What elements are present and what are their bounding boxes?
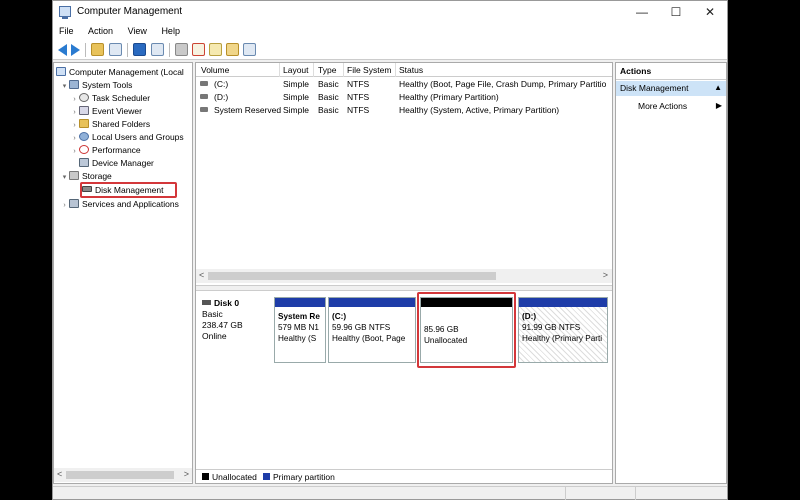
legend-unallocated: Unallocated <box>212 472 257 482</box>
toolbar-separator <box>169 43 170 57</box>
disk-management-highlight <box>80 182 177 198</box>
pane-splitter[interactable] <box>196 285 612 291</box>
scroll-right-arrow[interactable]: > <box>603 270 608 280</box>
services-icon <box>69 199 79 208</box>
computer-management-icon <box>56 67 66 76</box>
tree-item-storage[interactable]: ▾ Storage <box>60 170 112 182</box>
menu-file[interactable]: File <box>53 23 80 36</box>
properties-icon[interactable] <box>151 43 164 56</box>
collapse-up-icon[interactable]: ▲ <box>714 83 722 92</box>
toolbar <box>53 40 727 60</box>
primary-partition-bar <box>329 298 415 307</box>
search-folder-icon[interactable] <box>226 43 239 56</box>
tree-horizontal-scrollbar[interactable]: < > <box>54 468 192 482</box>
users-icon <box>79 132 89 141</box>
drive-icon <box>200 94 208 99</box>
actions-pane: Actions Disk Management ▲ More Actions ▶ <box>615 62 727 484</box>
submenu-arrow-icon[interactable]: ▶ <box>716 101 722 110</box>
event-viewer-icon <box>79 106 89 115</box>
disk-legend: Unallocated Primary partition <box>196 469 612 483</box>
more-actions[interactable]: More Actions <box>638 101 687 111</box>
computer-management-window: Computer Management — ☐ ✕ File Action Vi… <box>52 0 728 500</box>
connect-icon[interactable] <box>175 43 188 56</box>
up-folder-icon[interactable] <box>91 43 104 56</box>
volume-list-header: Volume Layout Type File System Status <box>196 63 612 77</box>
actions-disk-management[interactable]: Disk Management ▲ <box>616 81 726 96</box>
disk-management-pane: Volume Layout Type File System Status (C… <box>195 62 613 484</box>
help-icon[interactable] <box>133 43 146 56</box>
performance-icon <box>79 145 89 154</box>
unallocated-swatch <box>202 473 209 480</box>
column-volume[interactable]: Volume <box>201 65 229 75</box>
tree-item-local-users[interactable]: › Local Users and Groups <box>70 131 184 143</box>
window-title: Computer Management <box>77 6 183 17</box>
minimize-button[interactable]: — <box>625 1 659 23</box>
collapse-icon[interactable]: ▾ <box>60 172 69 184</box>
tree-item-device-manager[interactable]: Device Manager <box>70 157 154 169</box>
status-bar <box>53 486 727 500</box>
scroll-right-arrow[interactable]: > <box>184 469 189 479</box>
column-type[interactable]: Type <box>318 65 336 75</box>
system-tools-icon <box>69 80 79 89</box>
primary-partition-bar <box>275 298 325 307</box>
toolbar-separator <box>85 43 86 57</box>
device-manager-icon <box>79 158 89 167</box>
menu-help[interactable]: Help <box>155 23 186 36</box>
legend-primary-partition: Primary partition <box>273 472 335 482</box>
scroll-left-arrow[interactable]: < <box>57 469 62 479</box>
partition-system-reserved[interactable]: System Re 579 MB N1 Healthy (S <box>274 297 326 363</box>
drive-icon <box>200 81 208 86</box>
scroll-left-arrow[interactable]: < <box>199 270 204 280</box>
view-icon[interactable] <box>243 43 256 56</box>
maximize-button[interactable]: ☐ <box>659 1 693 23</box>
show-hide-tree-icon[interactable] <box>109 43 122 56</box>
scrollbar-thumb[interactable] <box>208 272 496 280</box>
menu-bar: File Action View Help <box>53 23 727 40</box>
check-icon[interactable] <box>192 43 205 56</box>
title-bar: Computer Management — ☐ ✕ <box>53 1 727 23</box>
disk-0-info[interactable]: Disk 0 Basic 238.47 GB Online <box>202 298 268 364</box>
tree-item-root[interactable]: Computer Management (Local <box>56 66 184 78</box>
disk-status: Online <box>202 331 227 341</box>
actions-title: Actions <box>616 63 726 80</box>
volume-row[interactable]: (D:) Simple Basic NTFS Healthy (Primary … <box>196 91 612 104</box>
volume-list-scrollbar[interactable]: < > <box>196 269 612 283</box>
column-file-system[interactable]: File System <box>347 65 391 75</box>
shared-folder-icon <box>79 119 89 128</box>
disk-icon <box>202 300 211 305</box>
primary-partition-swatch <box>263 473 270 480</box>
console-tree: Computer Management (Local ▾ System Tools… <box>53 62 193 484</box>
tree-item-event-viewer[interactable]: › Event Viewer <box>70 105 142 117</box>
unallocated-highlight <box>417 292 516 368</box>
primary-partition-bar <box>519 298 607 307</box>
new-document-icon[interactable] <box>209 43 222 56</box>
storage-icon <box>69 171 79 180</box>
close-button[interactable]: ✕ <box>693 1 727 23</box>
back-arrow-icon[interactable] <box>58 44 67 56</box>
column-status[interactable]: Status <box>399 65 423 75</box>
menu-action[interactable]: Action <box>82 23 119 36</box>
scrollbar-thumb[interactable] <box>66 471 174 479</box>
column-layout[interactable]: Layout <box>283 65 309 75</box>
partition-c[interactable]: (C:) 59.96 GB NTFS Healthy (Boot, Page <box>328 297 416 363</box>
forward-arrow-icon[interactable] <box>71 44 80 56</box>
tree-item-shared-folders[interactable]: › Shared Folders <box>70 118 150 130</box>
volume-row[interactable]: System Reserved Simple Basic NTFS Health… <box>196 104 612 117</box>
tree-item-task-scheduler[interactable]: › Task Scheduler <box>70 92 150 104</box>
tree-item-performance[interactable]: › Performance <box>70 144 141 156</box>
tree-item-system-tools[interactable]: ▾ System Tools <box>60 79 132 91</box>
disk-size: 238.47 GB <box>202 320 243 330</box>
toolbar-separator <box>127 43 128 57</box>
volume-row[interactable]: (C:) Simple Basic NTFS Healthy (Boot, Pa… <box>196 78 612 91</box>
expand-icon[interactable]: › <box>60 200 69 212</box>
computer-management-icon <box>59 6 71 19</box>
menu-view[interactable]: View <box>122 23 153 36</box>
tree-item-services[interactable]: › Services and Applications <box>60 198 179 210</box>
partition-d[interactable]: (D:) 91.99 GB NTFS Healthy (Primary Part… <box>518 297 608 363</box>
disk-type: Basic <box>202 309 223 319</box>
drive-icon <box>200 107 208 112</box>
collapse-icon[interactable]: ▾ <box>60 81 69 93</box>
clock-icon <box>79 93 89 102</box>
